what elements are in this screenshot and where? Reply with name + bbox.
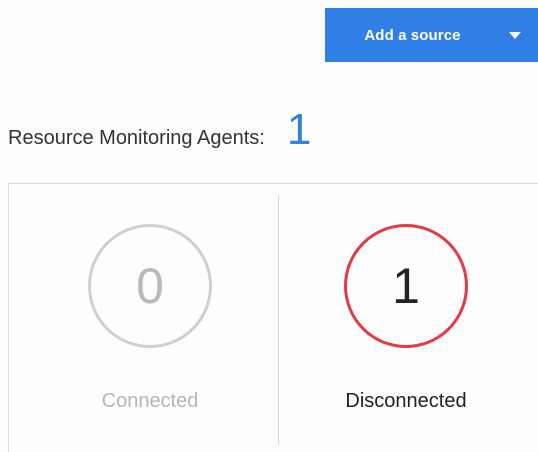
- connected-count-ring: 0: [88, 224, 212, 348]
- agents-label: Resource Monitoring Agents:: [8, 127, 265, 149]
- page: Add a source Resource Monitoring Agents:…: [0, 0, 538, 452]
- disconnected-label: Disconnected: [345, 390, 467, 412]
- disconnected-count-ring: 1: [344, 224, 468, 348]
- agents-header: Resource Monitoring Agents: 1: [8, 108, 311, 152]
- add-source-split-button: Add a source: [325, 8, 538, 62]
- disconnected-stat[interactable]: 1 Disconnected: [326, 224, 486, 413]
- connected-stat[interactable]: 0 Connected: [70, 224, 230, 413]
- panel-divider: [278, 195, 279, 445]
- agents-count: 1: [286, 105, 312, 154]
- caret-down-icon: [509, 31, 521, 39]
- add-source-button[interactable]: Add a source: [325, 8, 492, 62]
- add-source-dropdown-toggle[interactable]: [492, 8, 538, 62]
- connected-label: Connected: [101, 390, 199, 412]
